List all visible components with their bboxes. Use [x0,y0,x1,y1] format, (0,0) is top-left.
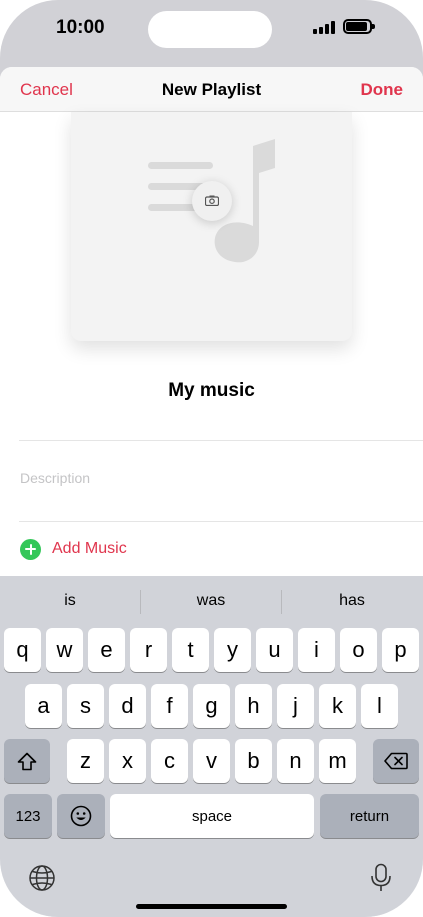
delete-key[interactable] [373,739,419,783]
battery-icon [343,19,375,34]
microphone-icon [371,863,391,891]
globe-button[interactable] [22,858,62,898]
key-b[interactable]: b [235,739,272,783]
dictation-button[interactable] [361,858,401,898]
add-music-label: Add Music [52,540,127,557]
shift-icon [17,752,37,770]
key-j[interactable]: j [277,684,314,728]
space-key[interactable]: space [110,794,314,838]
key-w[interactable]: w [46,628,83,672]
keyboard: is was has q w e r t y u i o p a s d f g… [0,576,423,917]
suggestion-bar: is was has [0,576,423,626]
nav-bar: Cancel New Playlist Done [0,67,423,112]
key-h[interactable]: h [235,684,272,728]
key-g[interactable]: g [193,684,230,728]
suggestion-item[interactable]: is [0,592,140,610]
key-p[interactable]: p [382,628,419,672]
status-bar: 10:00 [0,0,423,62]
done-button[interactable]: Done [361,80,404,100]
key-t[interactable]: t [172,628,209,672]
key-a[interactable]: a [25,684,62,728]
home-indicator [136,904,287,909]
key-x[interactable]: x [109,739,146,783]
key-i[interactable]: i [298,628,335,672]
cellular-signal-icon [313,21,335,34]
key-k[interactable]: k [319,684,356,728]
key-f[interactable]: f [151,684,188,728]
key-u[interactable]: u [256,628,293,672]
key-d[interactable]: d [109,684,146,728]
key-n[interactable]: n [277,739,314,783]
key-l[interactable]: l [361,684,398,728]
key-s[interactable]: s [67,684,104,728]
camera-button[interactable] [192,181,232,221]
description-field[interactable]: Description [20,470,90,486]
key-z[interactable]: z [67,739,104,783]
key-y[interactable]: y [214,628,251,672]
suggestion-item[interactable]: was [141,592,281,610]
delete-icon [384,752,408,770]
divider [19,521,423,522]
key-q[interactable]: q [4,628,41,672]
emoji-icon [70,805,92,827]
playlist-name-field[interactable]: My music [0,380,423,402]
suggestion-item[interactable]: has [282,592,422,610]
globe-icon [29,865,55,891]
key-r[interactable]: r [130,628,167,672]
emoji-key[interactable] [57,794,105,838]
key-c[interactable]: c [151,739,188,783]
key-o[interactable]: o [340,628,377,672]
playlist-artwork[interactable] [71,112,352,341]
shift-key[interactable] [4,739,50,783]
return-key[interactable]: return [320,794,419,838]
key-m[interactable]: m [319,739,356,783]
numbers-key[interactable]: 123 [4,794,52,838]
divider [19,440,423,441]
camera-icon [205,195,219,206]
plus-circle-icon [20,538,41,560]
dynamic-island [148,11,272,48]
phone-screen: 10:00 Cancel New Playlist Done My music … [0,0,423,917]
key-v[interactable]: v [193,739,230,783]
add-music-button[interactable]: Add Music [20,538,127,560]
status-time: 10:00 [56,17,105,38]
key-e[interactable]: e [88,628,125,672]
